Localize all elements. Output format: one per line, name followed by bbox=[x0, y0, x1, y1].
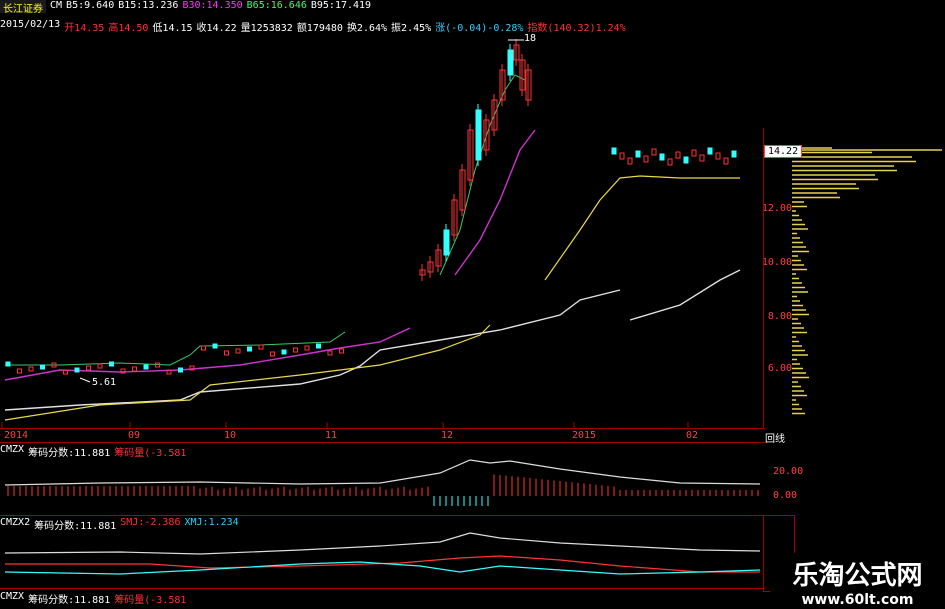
candle bbox=[619, 152, 625, 160]
watermark-title: 乐淘公式网 bbox=[792, 561, 923, 591]
candle bbox=[507, 49, 514, 76]
candle bbox=[97, 363, 103, 369]
candle bbox=[28, 366, 34, 372]
candle bbox=[339, 348, 344, 354]
ma-value-4: B65:16.646 bbox=[246, 0, 307, 11]
ma-value-1: B5:9.640 bbox=[66, 0, 115, 11]
chip-distribution-panel bbox=[792, 147, 942, 415]
candle bbox=[212, 343, 218, 349]
candle bbox=[723, 157, 729, 165]
ma-line-white-2 bbox=[629, 269, 741, 321]
candle bbox=[443, 229, 450, 256]
right-panel-border bbox=[763, 128, 764, 428]
indicator1-axis-high: 20.00 bbox=[773, 466, 804, 477]
candle bbox=[715, 152, 721, 160]
candle bbox=[651, 148, 657, 156]
candle bbox=[475, 109, 482, 161]
indicator1-axis-zero: 0.00 bbox=[773, 490, 798, 501]
panel-toggle-button[interactable]: 回线 bbox=[765, 430, 785, 445]
candle bbox=[675, 151, 681, 159]
time-axis-top-line bbox=[0, 428, 765, 429]
candle bbox=[86, 365, 91, 371]
price-axis-tick: 6.00 bbox=[767, 363, 792, 374]
candle bbox=[316, 343, 321, 349]
watermark-box: 乐淘公式网 www.60lt.com bbox=[770, 553, 945, 609]
candle bbox=[235, 348, 241, 354]
time-axis-bottom-line bbox=[0, 442, 765, 443]
low-marker-line bbox=[79, 377, 91, 383]
ma-value-0: CM bbox=[50, 0, 63, 11]
candle bbox=[132, 366, 137, 372]
candle bbox=[17, 368, 22, 374]
ma-line-green-2 bbox=[439, 74, 526, 276]
indicator2-chart[interactable] bbox=[0, 528, 765, 588]
ma-line-white bbox=[4, 289, 621, 411]
candle bbox=[683, 156, 689, 164]
candle bbox=[5, 361, 11, 367]
current-price-tag: 14.22 bbox=[764, 145, 803, 158]
candle bbox=[731, 150, 737, 158]
time-axis-tick: 2015 bbox=[572, 430, 597, 441]
candle bbox=[270, 351, 275, 357]
candle bbox=[691, 149, 697, 157]
ind3-part-2: 筹码量(-3.581 bbox=[114, 595, 187, 606]
ma-value-5: B95:17.419 bbox=[310, 0, 372, 11]
broker-label: 长江证券 bbox=[0, 0, 46, 15]
indicator3-title: CMZX 筹码分数:11.881 筹码量(-3.581 bbox=[0, 591, 186, 606]
candle bbox=[247, 346, 252, 352]
ma-value-3: B30:14.350 bbox=[182, 0, 243, 11]
low-price-label: 5.61 bbox=[92, 377, 117, 388]
ma-header-row: 长江证券 CM B5:9.640 B15:13.236 B30:14.350 B65:1… bbox=[0, 0, 371, 15]
watermark-url: www.60lt.com bbox=[801, 592, 914, 608]
time-axis-tick: 10 bbox=[224, 430, 237, 441]
time-axis-tick: 02 bbox=[686, 430, 699, 441]
ma-line-magenta bbox=[4, 327, 411, 381]
ind3-part-0: CMZX bbox=[0, 591, 25, 602]
peak-price-label: 18 bbox=[524, 33, 537, 44]
candle bbox=[178, 367, 183, 373]
candle bbox=[643, 155, 649, 163]
ind3-part-1: 筹码分数:11.881 bbox=[28, 595, 111, 606]
candle bbox=[707, 147, 713, 155]
candle bbox=[40, 364, 45, 370]
candle bbox=[143, 364, 149, 370]
time-axis-tick: 2014 bbox=[4, 430, 29, 441]
price-axis-tick: 10.00 bbox=[761, 257, 792, 268]
candle bbox=[635, 150, 641, 158]
ma-value-2: B15:13.236 bbox=[118, 0, 179, 11]
price-axis-tick: 8.00 bbox=[767, 311, 792, 322]
candle bbox=[659, 153, 665, 161]
current-price-value: 14.22 bbox=[768, 146, 799, 157]
candle bbox=[258, 344, 264, 350]
indicator1-bottom-line bbox=[0, 515, 765, 516]
candle bbox=[74, 367, 80, 373]
candle bbox=[667, 158, 673, 166]
indicator1-chart[interactable] bbox=[0, 455, 765, 515]
time-axis-tick: 12 bbox=[441, 430, 454, 441]
candle bbox=[327, 350, 333, 356]
ma-values: CM B5:9.640 B15:13.236 B30:14.350 B65:16.646… bbox=[50, 0, 371, 13]
candle bbox=[224, 350, 229, 356]
price-axis-tick: 12.00 bbox=[761, 203, 792, 214]
indicator2-bottom-line bbox=[0, 588, 765, 589]
candle bbox=[611, 147, 617, 155]
time-axis-tick: 11 bbox=[325, 430, 338, 441]
candle bbox=[201, 345, 206, 351]
candle bbox=[293, 347, 298, 353]
candle bbox=[699, 154, 705, 162]
indicator2-line-white bbox=[4, 532, 761, 555]
indicator1-line bbox=[4, 459, 761, 486]
time-axis-tick: 09 bbox=[128, 430, 141, 441]
candle bbox=[304, 345, 310, 351]
candle bbox=[281, 349, 287, 355]
candle bbox=[627, 157, 633, 165]
candlestick-chart[interactable] bbox=[0, 30, 765, 428]
candle bbox=[109, 361, 114, 367]
ma-line-yellow-2 bbox=[544, 175, 740, 281]
